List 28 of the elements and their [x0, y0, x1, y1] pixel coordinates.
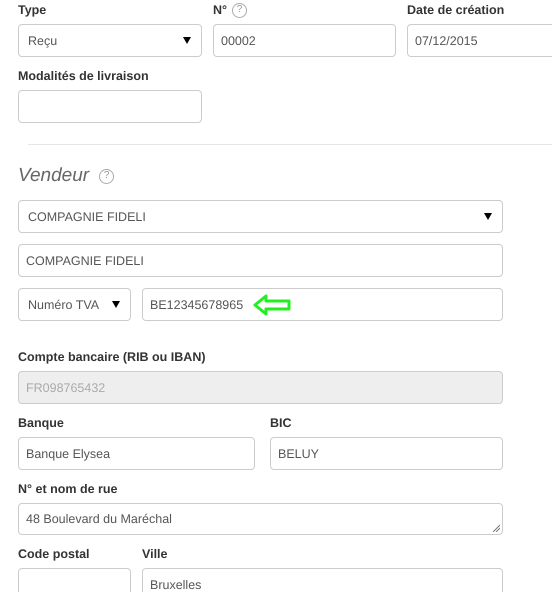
resize-grip-icon — [492, 524, 500, 532]
input-field[interactable] — [18, 90, 202, 123]
caret-icon — [112, 301, 120, 308]
input-field[interactable]: BE12345678965 — [142, 288, 503, 321]
select-field[interactable]: Reçu — [18, 24, 202, 57]
field-label: Compte bancaire (RIB ou IBAN) — [18, 350, 206, 364]
input-field[interactable]: 00002 — [213, 24, 396, 57]
caret-icon — [484, 213, 492, 220]
field-label: BIC — [270, 416, 292, 430]
input-field[interactable]: Bruxelles — [142, 568, 503, 592]
field-label: Banque — [18, 416, 64, 430]
input-field[interactable]: 07/12/2015 — [407, 24, 552, 57]
input-field[interactable]: COMPAGNIE FIDELI — [18, 244, 503, 277]
field-label: N° et nom de rue — [18, 482, 118, 496]
input-field[interactable] — [18, 568, 131, 592]
field-label: Ville — [142, 547, 168, 561]
field-label: Date de création — [407, 3, 504, 17]
input-field[interactable]: Banque Elysea — [18, 437, 255, 470]
input-field[interactable]: BELUY — [270, 437, 503, 470]
section-heading: Vendeur — [18, 165, 90, 187]
select-field[interactable]: Numéro TVA — [18, 288, 131, 321]
field-label: Type — [18, 3, 46, 17]
text-area[interactable]: 48 Boulevard du Maréchal — [18, 503, 503, 535]
field-label: Modalités de livraison — [18, 69, 149, 83]
field-label: Code postal — [18, 547, 90, 561]
select-field[interactable]: COMPAGNIE FIDELI — [18, 200, 503, 233]
caret-icon — [183, 37, 191, 44]
field-label: N° — [213, 3, 228, 17]
